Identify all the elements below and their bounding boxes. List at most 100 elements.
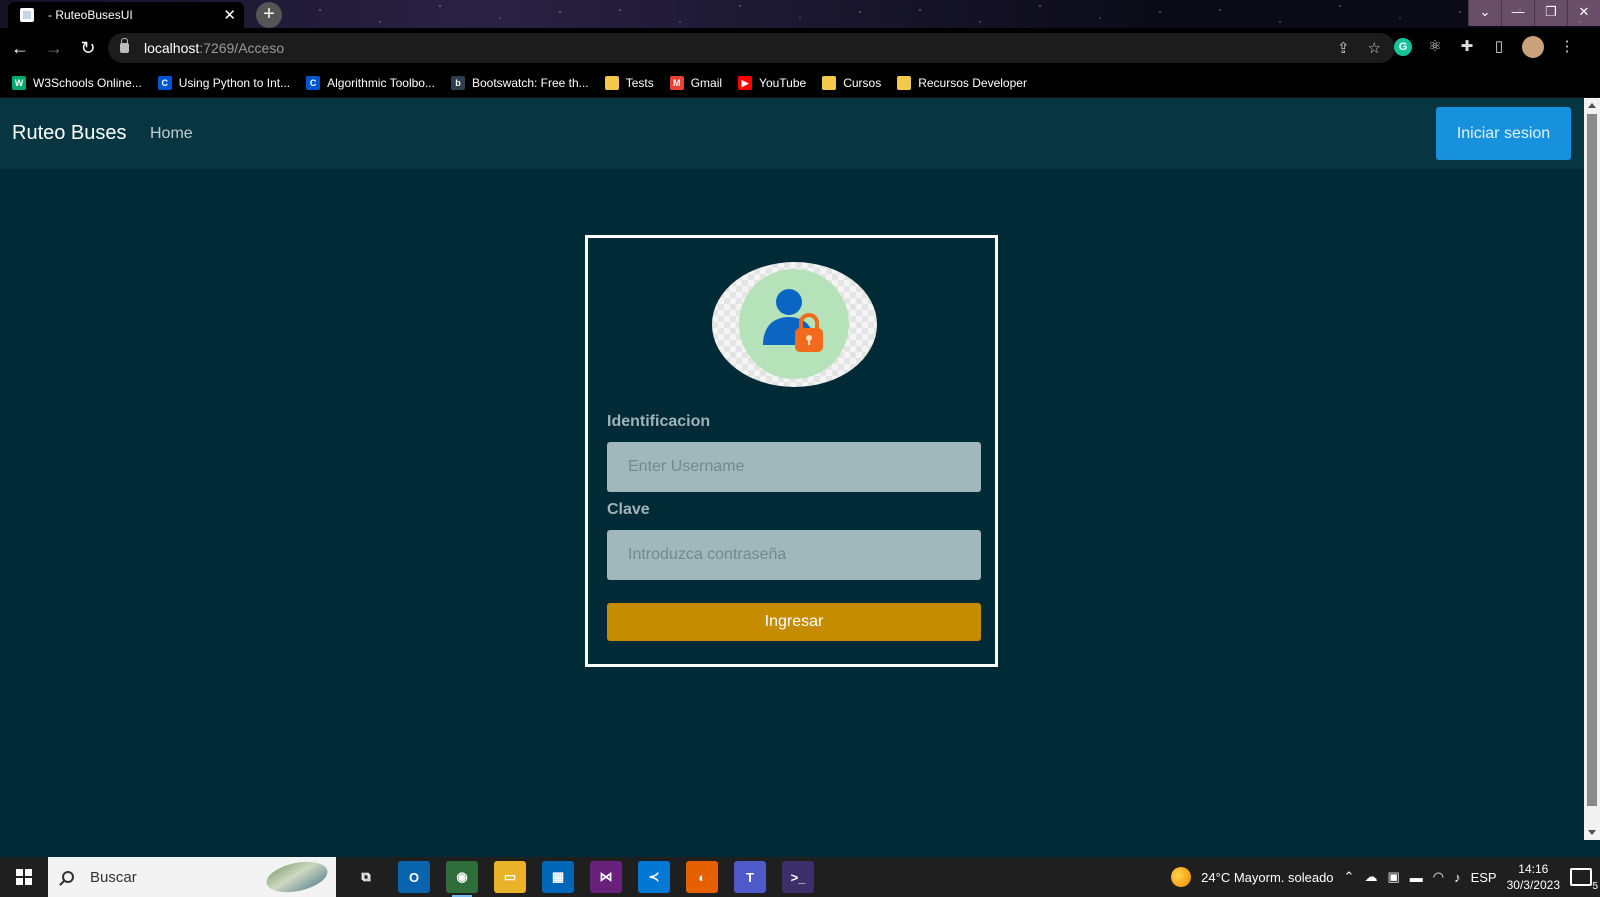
bookmark-item[interactable]: Recursos Developer — [897, 75, 1027, 90]
reload-button[interactable]: ↻ — [74, 38, 102, 59]
browser-toolbar: ← → ↻ localhost:7269/Acceso ⇪ ☆ G ⚛ ✚ ▯ … — [0, 28, 1600, 68]
clock-time: 14:16 — [1518, 862, 1549, 876]
bookmark-item[interactable]: C Using Python to Int... — [157, 75, 291, 90]
search-highlight-image — [263, 856, 331, 897]
back-button[interactable]: ← — [6, 38, 34, 59]
share-icon[interactable]: ⇪ — [1337, 39, 1350, 57]
bookmark-label: YouTube — [759, 75, 807, 90]
login-button[interactable]: Iniciar sesion — [1436, 107, 1571, 160]
search-placeholder: Buscar — [90, 868, 137, 886]
forward-button[interactable]: → — [40, 38, 68, 59]
bookmark-label: Algorithmic Toolbo... — [327, 75, 435, 90]
bookmark-label: Using Python to Int... — [178, 75, 291, 90]
side-panel-icon[interactable]: ▯ — [1490, 38, 1508, 56]
scrollbar-thumb[interactable] — [1587, 114, 1597, 806]
notification-count: 5 — [1592, 881, 1598, 892]
grammarly-icon[interactable]: G — [1394, 38, 1412, 56]
volume-icon[interactable]: ♪ — [1454, 870, 1461, 885]
start-button[interactable] — [0, 857, 48, 897]
submit-button[interactable]: Ingresar — [607, 603, 981, 641]
bookmark-item[interactable]: M Gmail — [669, 75, 723, 90]
page-favicon-icon — [20, 8, 34, 22]
browser-tab[interactable]: - RuteoBusesUI ✕ — [8, 2, 244, 28]
language-indicator[interactable]: ESP — [1471, 870, 1497, 885]
tray-overflow-icon[interactable]: ⌃ — [1344, 869, 1355, 885]
tab-close-icon[interactable]: ✕ — [223, 6, 236, 24]
bookmark-star-icon[interactable]: ☆ — [1368, 39, 1381, 57]
bootswatch-icon: b — [450, 75, 465, 90]
weather-icon[interactable] — [1171, 867, 1192, 887]
terminal-icon[interactable]: >_ — [782, 861, 814, 893]
notifications-icon[interactable]: 5 — [1570, 868, 1598, 892]
microsoft-store-icon[interactable]: ▦ — [542, 861, 574, 893]
file-explorer-icon[interactable]: ▭ — [494, 861, 526, 893]
user-lock-icon — [763, 289, 823, 352]
scroll-up-icon[interactable] — [1588, 103, 1596, 108]
bookmarks-bar: W W3Schools Online... C Using Python to Int… — [0, 68, 1600, 98]
clock-date: 30/3/2023 — [1506, 878, 1560, 892]
bookmark-label: Gmail — [690, 75, 723, 90]
firefox-icon[interactable]: ◐ — [686, 861, 718, 893]
visual-studio-icon[interactable]: ⋈ — [590, 861, 622, 893]
tab-search-button[interactable]: ⌄ — [1468, 0, 1501, 26]
taskbar-search[interactable]: Buscar — [48, 856, 336, 897]
bookmark-label: Tests — [625, 75, 654, 90]
bookmark-item[interactable]: b Bootswatch: Free th... — [450, 75, 589, 90]
password-input[interactable]: Introduzca contraseña — [607, 530, 981, 580]
extensions-area: G ⚛ ✚ ▯ ⋮ — [1394, 36, 1576, 58]
meet-now-icon[interactable]: ▣ — [1387, 869, 1399, 885]
folder-icon — [822, 75, 837, 90]
react-devtools-icon[interactable]: ⚛ — [1426, 38, 1444, 56]
tab-title: - RuteoBusesUI — [48, 8, 133, 22]
windows-taskbar: Buscar ⧉ O ◉ ▭ ▦ ⋈ ≺ ◐ T >_ 24°C Mayorm. soleado … — [0, 856, 1600, 897]
bookmark-label: W3Schools Online... — [33, 75, 142, 90]
lock-icon[interactable] — [120, 38, 129, 53]
weather-text[interactable]: 24°C Mayorm. soleado — [1201, 870, 1333, 885]
bookmark-item[interactable]: W W3Schools Online... — [12, 75, 142, 90]
bookmark-label: Cursos — [843, 75, 882, 90]
bookmark-label: Recursos Developer — [918, 75, 1027, 90]
vscode-icon[interactable]: ≺ — [638, 861, 670, 893]
username-input[interactable]: Enter Username — [607, 442, 981, 492]
restore-button[interactable]: ❐ — [1534, 0, 1567, 26]
close-window-button[interactable]: ✕ — [1567, 0, 1600, 26]
onedrive-icon[interactable]: ☁ — [1364, 869, 1377, 885]
folder-icon — [604, 75, 619, 90]
pinned-apps: ⧉ O ◉ ▭ ▦ ⋈ ≺ ◐ T >_ — [350, 861, 814, 897]
browser-titlebar: - RuteoBusesUI ✕ + ⌄ — ❐ ✕ — [0, 0, 1600, 28]
extensions-puzzle-icon[interactable]: ✚ — [1458, 38, 1476, 56]
task-view-icon[interactable]: ⧉ — [350, 861, 382, 893]
outlook-icon[interactable]: O — [398, 861, 430, 893]
bookmark-item[interactable]: Tests — [604, 75, 654, 90]
teams-icon[interactable]: T — [734, 861, 766, 893]
wifi-icon[interactable]: ◠ — [1433, 869, 1444, 885]
clock[interactable]: 14:16 30/3/2023 — [1507, 861, 1560, 893]
profile-avatar[interactable] — [1522, 36, 1544, 58]
page-scrollbar[interactable] — [1584, 98, 1600, 840]
user-lock-avatar — [712, 262, 877, 387]
url-path: :7269/Acceso — [199, 40, 285, 56]
battery-icon[interactable]: ▬ — [1410, 870, 1423, 885]
address-bar[interactable]: localhost:7269/Acceso ⇪ ☆ — [108, 33, 1395, 63]
bookmark-item[interactable]: C Algorithmic Toolbo... — [306, 75, 435, 90]
url-host: localhost — [144, 40, 200, 56]
bookmark-item[interactable]: ▶ YouTube — [738, 75, 807, 90]
coursera-icon: C — [157, 75, 172, 90]
chrome-icon[interactable]: ◉ — [446, 861, 478, 897]
folder-icon — [897, 75, 912, 90]
window-controls: ⌄ — ❐ ✕ — [1468, 0, 1600, 26]
minimize-button[interactable]: — — [1501, 0, 1534, 26]
chrome-menu-icon[interactable]: ⋮ — [1558, 38, 1576, 56]
w3schools-icon: W — [12, 75, 26, 90]
windows-logo-icon — [16, 869, 32, 885]
bookmark-item[interactable]: Cursos — [822, 75, 882, 90]
nav-link-home[interactable]: Home — [150, 125, 193, 143]
login-card: Identificacion Enter Username Clave Intr… — [585, 235, 998, 667]
gmail-icon: M — [669, 75, 684, 90]
system-tray: 24°C Mayorm. soleado ⌃ ☁ ▣ ▬ ◠ ♪ ESP 14:… — [1171, 857, 1600, 897]
new-tab-button[interactable]: + — [256, 2, 282, 28]
search-icon — [62, 871, 74, 883]
page-viewport: Ruteo Buses Home Iniciar sesion Identifi… — [0, 98, 1584, 840]
navbar-brand[interactable]: Ruteo Buses — [12, 122, 127, 145]
scroll-down-icon[interactable] — [1588, 830, 1596, 835]
